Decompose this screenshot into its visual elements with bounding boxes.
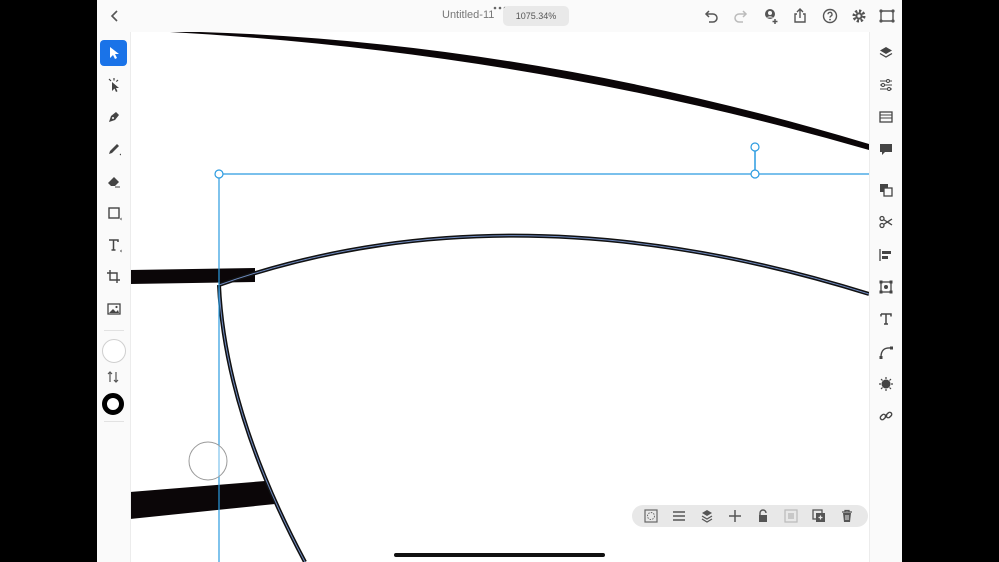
- selected-arc-left: [217, 284, 307, 562]
- rotation-handle: [750, 142, 760, 152]
- direct-selection-tool[interactable]: [100, 72, 127, 98]
- home-indicator[interactable]: [394, 553, 605, 557]
- crop-tool[interactable]: [100, 264, 127, 290]
- type-tool[interactable]: [100, 232, 127, 258]
- rectangle-tool[interactable]: [100, 200, 127, 226]
- selection-tool[interactable]: [100, 40, 127, 66]
- scissors-icon[interactable]: [878, 214, 894, 230]
- link-icon[interactable]: [878, 408, 894, 424]
- lock-icon[interactable]: [755, 508, 771, 524]
- stroke-color-swatch[interactable]: [102, 393, 124, 415]
- eraser-icon: [107, 177, 120, 188]
- help-icon[interactable]: [820, 6, 840, 26]
- image-icon: [106, 303, 121, 315]
- align-icon[interactable]: [878, 247, 894, 263]
- share-icon[interactable]: [790, 6, 810, 26]
- arrange-icon[interactable]: [699, 508, 715, 524]
- pen-tool[interactable]: [100, 104, 127, 130]
- arrow-pointer-icon: [109, 47, 119, 59]
- selected-arc-left-inner: [218, 284, 306, 562]
- pencil-icon: [108, 144, 121, 156]
- left-lower-bar: [130, 481, 275, 519]
- invite-user-icon[interactable]: [761, 6, 781, 26]
- mask-icon[interactable]: [643, 508, 659, 524]
- top-bar: Untitled-11 1075.34%: [97, 0, 902, 32]
- layers-icon[interactable]: [878, 45, 894, 61]
- crop-icon: [106, 270, 120, 283]
- move-icon[interactable]: [727, 508, 743, 524]
- group-icon[interactable]: [783, 508, 799, 524]
- rectangle-icon: [107, 207, 121, 221]
- document-title[interactable]: Untitled-11: [442, 9, 494, 21]
- type-icon[interactable]: [878, 311, 894, 327]
- redo-icon[interactable]: [731, 6, 751, 26]
- settings-icon[interactable]: [849, 6, 869, 26]
- pathfinder-icon[interactable]: [878, 182, 894, 198]
- right-panel: [869, 32, 902, 562]
- left-toolbar: [97, 32, 131, 562]
- delete-icon[interactable]: [839, 508, 855, 524]
- type-t-icon: [108, 239, 121, 253]
- toolbar-divider: [104, 421, 124, 422]
- appearance-icon[interactable]: [878, 109, 894, 125]
- contextual-action-bar: [632, 505, 868, 527]
- bbox-handle-top-mid: [750, 169, 760, 179]
- back-chevron-icon[interactable]: [105, 6, 125, 26]
- transform-icon[interactable]: [878, 279, 894, 295]
- effects-icon[interactable]: [878, 376, 894, 392]
- properties-icon[interactable]: [878, 77, 894, 93]
- bbox-handle-top-left: [214, 169, 224, 179]
- curve-icon[interactable]: [878, 344, 894, 360]
- app-window: Untitled-11 1075.34%: [97, 0, 902, 562]
- direct-select-icon: [108, 78, 119, 92]
- selected-arc-top-inner: [218, 235, 869, 295]
- pencil-tool[interactable]: [100, 136, 127, 162]
- fill-color-swatch[interactable]: [102, 339, 126, 363]
- artboard-canvas[interactable]: [130, 32, 869, 562]
- touch-indicator: [188, 441, 228, 481]
- duplicate-icon[interactable]: [811, 508, 827, 524]
- toolbar-divider: [104, 330, 124, 331]
- swap-arrows-icon[interactable]: [106, 370, 120, 384]
- selected-arc-top: [218, 233, 869, 296]
- cloud-sync-icon[interactable]: [877, 6, 897, 26]
- place-image-tool[interactable]: [100, 296, 127, 322]
- align-menu-icon[interactable]: [671, 508, 687, 524]
- zoom-level[interactable]: 1075.34%: [503, 6, 569, 26]
- eraser-tool[interactable]: [100, 168, 127, 194]
- top-stroke-path: [170, 32, 869, 150]
- undo-icon[interactable]: [701, 6, 721, 26]
- comments-icon[interactable]: [878, 141, 894, 157]
- pen-nib-icon: [108, 112, 119, 122]
- left-upper-bar: [130, 268, 255, 284]
